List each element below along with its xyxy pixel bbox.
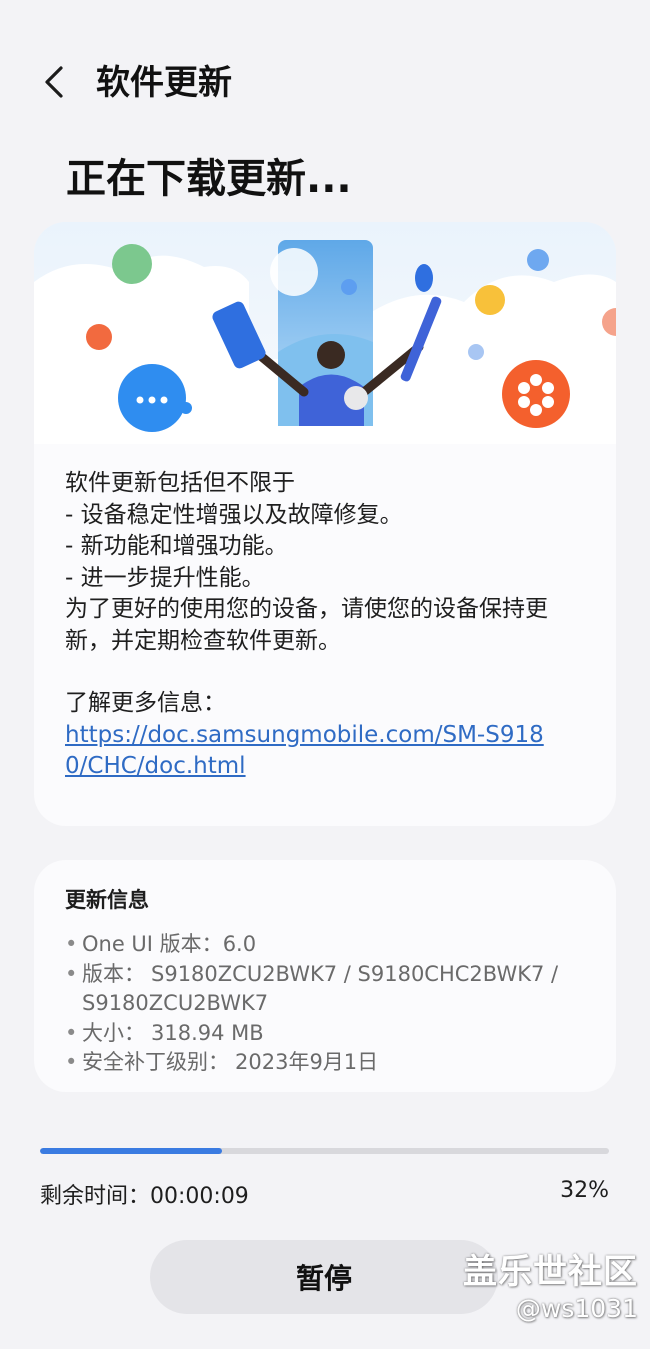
watermark-user: @ws1031: [515, 1294, 638, 1323]
update-info-card: 更新信息 One UI 版本：6.0 版本：S9180ZCU2BWK7 / S9…: [34, 860, 616, 1092]
release-notes-link[interactable]: https://doc.samsungmobile.com/SM-S9180/C…: [65, 720, 565, 782]
description-line: - 新功能和增强功能。: [65, 533, 288, 559]
chevron-left-icon: [45, 66, 63, 98]
download-progress-bar: [40, 1148, 609, 1154]
info-label: 版本：: [82, 961, 145, 986]
info-item-security-patch: 安全补丁级别：2023年9月1日: [65, 1048, 595, 1078]
info-label: 大小：: [82, 1020, 145, 1045]
description-line: 新，并定期检查软件更新。: [65, 627, 341, 654]
update-description-card: 软件更新包括但不限于 - 设备稳定性增强以及故障修复。 - 新功能和增强功能。 …: [34, 222, 616, 826]
info-label: One UI 版本：: [82, 932, 223, 956]
time-remaining: 剩余时间：00:00:09: [40, 1184, 249, 1209]
info-label: 安全补丁级别：: [82, 1050, 229, 1074]
progress-percent: 32%: [560, 1178, 609, 1203]
hero-illustration: [34, 222, 616, 444]
pause-button[interactable]: 暂停: [150, 1240, 498, 1314]
info-value: S9180ZCU2BWK7 / S9180CHC2BWK7 / S9180ZCU…: [82, 961, 559, 1016]
description-line: - 进一步提升性能。: [65, 564, 265, 591]
update-description-text: 软件更新包括但不限于 - 设备稳定性增强以及故障修复。 - 新功能和增强功能。 …: [65, 468, 595, 782]
page-title: 软件更新: [96, 63, 232, 103]
info-value: 318.94 MB: [151, 1020, 264, 1045]
description-line: - 设备稳定性增强以及故障修复。: [65, 501, 403, 528]
app-header: 软件更新: [0, 40, 650, 126]
info-item-oneui-version: One UI 版本：6.0: [65, 930, 595, 960]
info-value: 6.0: [222, 932, 257, 956]
back-button[interactable]: [34, 58, 74, 106]
watermark-site: 盖乐世社区: [463, 1252, 638, 1292]
description-line: 软件更新包括但不限于: [65, 470, 295, 496]
info-value: 2023年9月1日: [235, 1050, 379, 1074]
info-item-build-version: 版本：S9180ZCU2BWK7 / S9180CHC2BWK7 / S9180…: [65, 960, 595, 1019]
download-status-heading: 正在下载更新...: [66, 156, 352, 202]
info-item-size: 大小：318.94 MB: [65, 1019, 595, 1049]
learn-more-label: 了解更多信息：: [65, 690, 226, 716]
update-info-title: 更新信息: [65, 888, 149, 912]
description-line: 为了更好的使用您的设备，请使您的设备保持更: [65, 596, 548, 622]
download-progress-fill: [40, 1148, 223, 1154]
update-info-list: One UI 版本：6.0 版本：S9180ZCU2BWK7 / S9180CH…: [65, 930, 595, 1078]
